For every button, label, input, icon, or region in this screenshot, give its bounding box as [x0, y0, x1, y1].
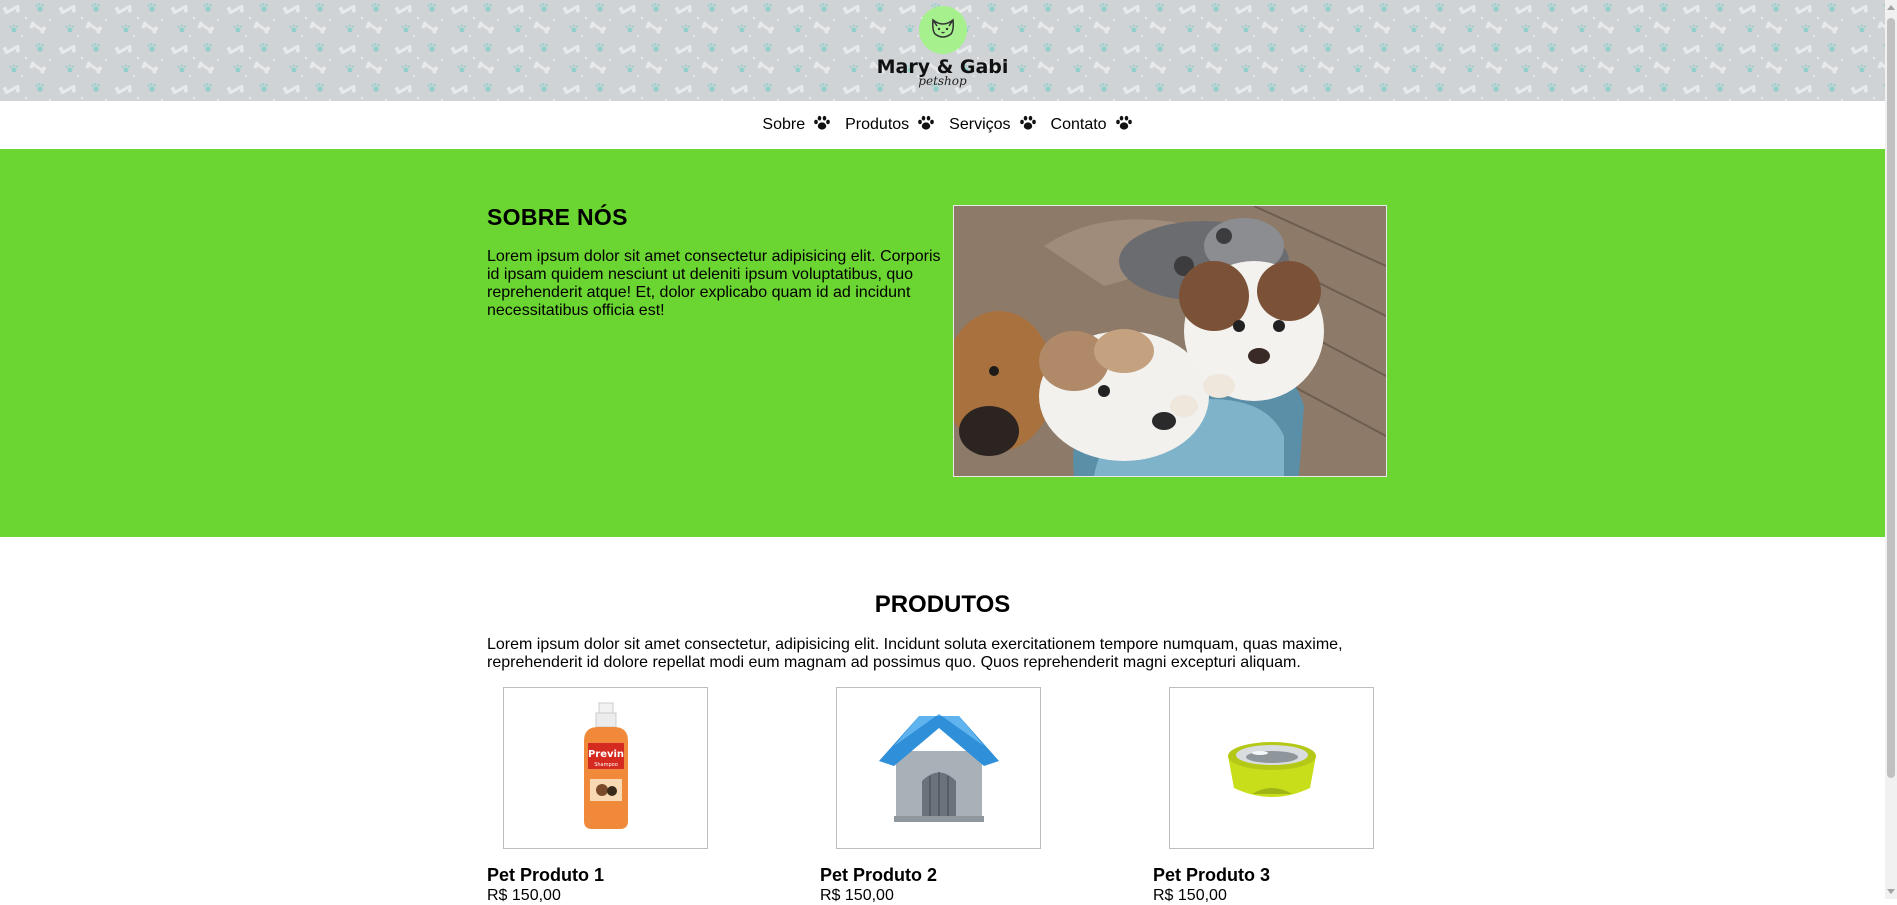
paw-icon — [917, 115, 935, 136]
about-title: SOBRE NÓS — [487, 204, 628, 230]
scroll-down-icon[interactable] — [1887, 889, 1895, 894]
brand-logo[interactable]: Mary & Gabi petshop — [863, 6, 1023, 87]
site-header: Mary & Gabi petshop — [0, 0, 1885, 101]
product-card[interactable]: Pet Produto 3 R$ 150,00 — [1153, 687, 1413, 905]
product-image-frame: Previn Shampoo — [503, 687, 708, 849]
nav-item-produtos[interactable]: Produtos — [845, 115, 935, 136]
product-name: Pet Produto 2 — [820, 865, 938, 885]
product-name: Pet Produto 1 — [487, 865, 605, 885]
product-image-frame — [1169, 687, 1374, 849]
puppies-photo — [953, 205, 1387, 477]
paw-icon — [1115, 115, 1133, 136]
paw-icon — [1019, 115, 1037, 136]
nav-item-contato[interactable]: Contato — [1051, 115, 1133, 136]
scroll-thumb[interactable] — [1887, 18, 1895, 778]
nav-item-label: Produtos — [845, 116, 910, 133]
nav-item-label: Serviços — [949, 116, 1011, 133]
nav-item-servicos[interactable]: Serviços — [949, 115, 1036, 136]
svg-text:Shampoo: Shampoo — [594, 762, 618, 768]
nav-item-label: Sobre — [762, 116, 806, 133]
nav-item-label: Contato — [1050, 116, 1107, 133]
shampoo-bottle-image: Previn Shampoo — [576, 701, 636, 836]
main-nav: Sobre Produtos Serviços Contato — [0, 101, 1885, 149]
products-title: PRODUTOS — [874, 591, 1011, 618]
products-text: Lorem ipsum dolor sit amet consectetur, … — [487, 636, 1343, 671]
product-image-frame — [836, 687, 1041, 849]
product-price: R$ 150,00 — [487, 887, 561, 904]
logo-badge — [918, 6, 967, 54]
product-price: R$ 150,00 — [820, 887, 894, 904]
paw-icon — [813, 115, 831, 136]
product-price: R$ 150,00 — [1153, 887, 1227, 904]
svg-text:Previn: Previn — [587, 749, 623, 760]
pet-bowl-image — [1222, 726, 1322, 811]
dog-house-image — [874, 706, 1004, 831]
about-section: SOBRE NÓS Lorem ipsum dolor sit amet con… — [0, 149, 1885, 537]
product-card[interactable]: Pet Produto 2 R$ 150,00 — [820, 687, 1080, 905]
product-card[interactable]: Previn Shampoo Pet Produto 1 R$ 150,00 — [487, 687, 747, 905]
page-scrollbar[interactable] — [1885, 0, 1897, 899]
product-name: Pet Produto 3 — [1153, 865, 1271, 885]
cat-face-icon — [928, 14, 958, 47]
nav-item-sobre[interactable]: Sobre — [762, 115, 831, 136]
about-text: Lorem ipsum dolor sit amet consectetur a… — [487, 248, 941, 319]
scroll-up-icon[interactable] — [1887, 5, 1895, 10]
